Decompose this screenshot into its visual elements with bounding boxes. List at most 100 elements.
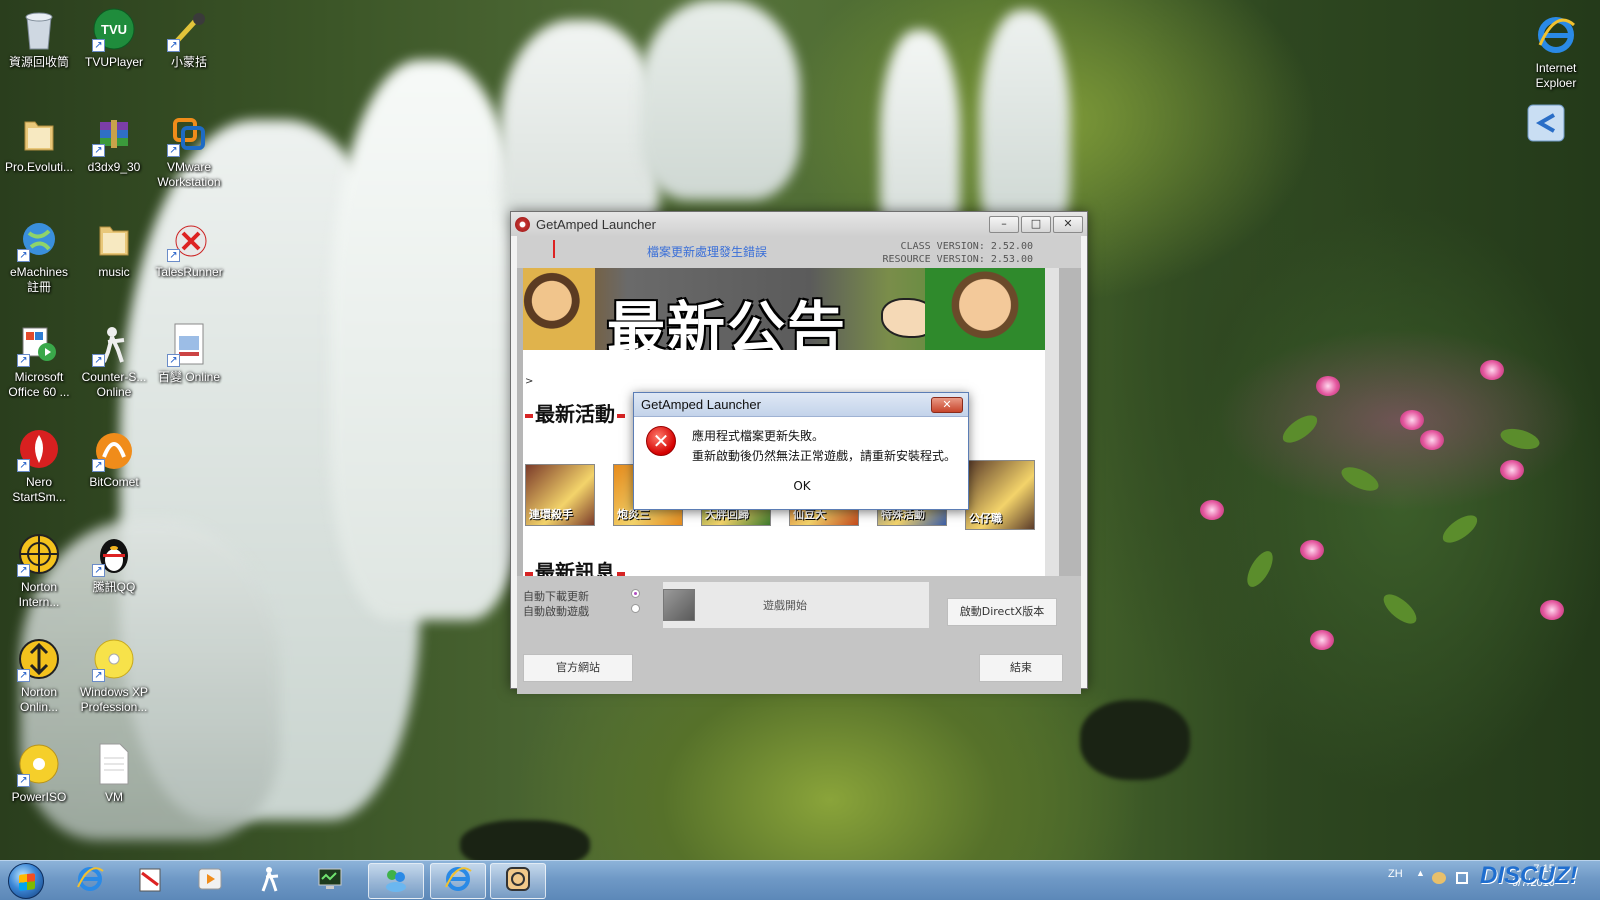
section-news-title: 最新訊息 bbox=[525, 556, 625, 576]
desktop-shortcut[interactable]: ↗ Microsoft Office 60 ... bbox=[1, 321, 77, 400]
error-dialog-close-button[interactable]: ✕ bbox=[931, 397, 963, 413]
bitcomet-icon: ↗ bbox=[91, 426, 137, 472]
desktop-shortcut[interactable]: ↗ Norton Onlin... bbox=[1, 636, 77, 715]
desktop-icon-label: d3dx9_30 bbox=[87, 160, 141, 174]
shortcut-arrow-icon: ↗ bbox=[167, 354, 180, 367]
maximize-button[interactable]: □ bbox=[1021, 216, 1051, 233]
desktop-shortcut[interactable]: ↗ PowerISO bbox=[1, 741, 77, 805]
desktop-icon-label: VM bbox=[105, 790, 123, 804]
auto-download-radio[interactable] bbox=[631, 589, 640, 598]
back-arrow-icon bbox=[1523, 100, 1569, 146]
desktop-icon-label: TVUPlayer bbox=[84, 55, 143, 69]
desktop-icon-label: Nero StartSm... bbox=[12, 475, 66, 504]
getamped-icon bbox=[515, 216, 530, 232]
shortcut-arrow-icon: ↗ bbox=[17, 564, 30, 577]
shortcut-arrow-icon: ↗ bbox=[92, 564, 105, 577]
shortcut-arrow-icon: ↗ bbox=[17, 249, 30, 262]
news-arrow: > bbox=[525, 376, 534, 387]
desktop-shortcut[interactable]: ↗ Nero StartSm... bbox=[1, 426, 77, 505]
event-thumbnail[interactable]: 連環殺手 bbox=[525, 464, 595, 526]
tales-icon: ↗ bbox=[166, 216, 212, 262]
start-game-icon bbox=[663, 589, 695, 621]
taskbar-internet-explorer-button[interactable] bbox=[430, 863, 486, 899]
exit-button[interactable]: 結束 bbox=[979, 654, 1063, 682]
folder-icon bbox=[16, 111, 62, 157]
start-game-button[interactable]: 遊戲開始 bbox=[663, 582, 929, 628]
desktop-shortcut[interactable]: VM bbox=[76, 741, 152, 805]
media-player-icon bbox=[196, 865, 224, 897]
desktop-shortcut[interactable]: ↗ BitComet bbox=[76, 426, 152, 490]
disc-icon: ↗ bbox=[91, 636, 137, 682]
desktop-icon-label: PowerISO bbox=[11, 790, 67, 804]
desktop-icon-label: Internet Exploer bbox=[1535, 61, 1577, 90]
internet-explorer-icon bbox=[76, 865, 104, 897]
auto-start-radio[interactable] bbox=[631, 604, 640, 613]
close-button[interactable]: ✕ bbox=[1053, 216, 1083, 233]
desktop-shortcut[interactable]: music bbox=[76, 216, 152, 280]
news-scrollbar[interactable] bbox=[1045, 268, 1059, 576]
calendar-file-icon: ↗ bbox=[166, 321, 212, 367]
taskbar bbox=[0, 860, 1600, 900]
desktop-shortcut[interactable]: ↗ Counter-S... Online bbox=[76, 321, 152, 400]
shortcut-arrow-icon: ↗ bbox=[167, 39, 180, 52]
taskbar-internet-explorer-button[interactable] bbox=[62, 863, 118, 899]
taskbar-monitor-button[interactable] bbox=[302, 863, 358, 899]
back-arrow-shortcut[interactable] bbox=[1508, 100, 1584, 146]
desktop-shortcut[interactable]: ↗ VMware Workstation bbox=[151, 111, 227, 190]
action-center-icon[interactable] bbox=[1456, 872, 1468, 884]
desktop-shortcut[interactable]: ↗ Windows XP Profession... bbox=[76, 636, 152, 715]
internet-explorer-desktop-shortcut[interactable]: Internet Exploer bbox=[1518, 12, 1594, 91]
norton-online-icon: ↗ bbox=[16, 636, 62, 682]
document-icon bbox=[136, 865, 164, 897]
desktop-icon-label: Windows XP Profession... bbox=[79, 685, 149, 714]
shortcut-arrow-icon: ↗ bbox=[92, 669, 105, 682]
progress-marker bbox=[553, 240, 555, 258]
network-icon[interactable] bbox=[1432, 872, 1446, 884]
taskbar-counter-strike-button[interactable] bbox=[242, 863, 298, 899]
resource-version: RESOURCE VERSION: 2.53.00 bbox=[882, 254, 1033, 265]
desktop-icon-label: music bbox=[98, 265, 130, 279]
norton-globe-icon: ↗ bbox=[16, 531, 62, 577]
directx-launch-button[interactable]: 啟動DirectX版本 bbox=[947, 598, 1057, 626]
taskbar-media-player-button[interactable] bbox=[182, 863, 238, 899]
globe-icon: ↗ bbox=[16, 216, 62, 262]
language-indicator[interactable]: ZH bbox=[1388, 868, 1403, 880]
launcher-status-header: 檔案更新處理發生錯誤 CLASS VERSION: 2.52.00 RESOUR… bbox=[517, 236, 1081, 268]
shortcut-arrow-icon: ↗ bbox=[167, 249, 180, 262]
monitor-icon bbox=[316, 865, 344, 897]
taskbar-messenger-button[interactable] bbox=[368, 863, 424, 899]
desktop-shortcut[interactable]: ↗ 小蒙括 bbox=[151, 6, 227, 70]
shortcut-arrow-icon: ↗ bbox=[92, 354, 105, 367]
minimize-button[interactable]: – bbox=[989, 216, 1019, 233]
desktop-icon-label: 騰訊QQ bbox=[92, 580, 136, 594]
taskbar-document-button[interactable] bbox=[122, 863, 178, 899]
desktop-shortcut[interactable]: 資源回收筒 bbox=[1, 6, 77, 70]
qq-penguin-icon: ↗ bbox=[91, 531, 137, 577]
counter-strike-icon: ↗ bbox=[91, 321, 137, 367]
vmware-icon: ↗ bbox=[166, 111, 212, 157]
desktop-shortcut[interactable]: ↗ TalesRunner bbox=[151, 216, 227, 280]
auto-download-label: 自動下載更新 bbox=[523, 590, 589, 603]
desktop-shortcut[interactable]: ↗ 騰訊QQ bbox=[76, 531, 152, 595]
official-site-button[interactable]: 官方網站 bbox=[523, 654, 633, 682]
error-icon: ✕ bbox=[646, 426, 676, 456]
desktop-icon-label: Counter-S... Online bbox=[81, 370, 147, 399]
error-dialog-title[interactable]: GetAmped Launcher bbox=[634, 393, 968, 417]
auto-start-label: 自動啟動遊戲 bbox=[523, 605, 589, 618]
desktop-shortcut[interactable]: ↗ 百變 Online bbox=[151, 321, 227, 385]
taskbar-getamped-button[interactable] bbox=[490, 863, 546, 899]
text-file-icon bbox=[91, 741, 137, 787]
desktop-icon-label: BitComet bbox=[89, 475, 139, 489]
desktop-shortcut[interactable]: ↗ eMachines 註冊 bbox=[1, 216, 77, 295]
show-hidden-icons-button[interactable]: ▲ bbox=[1416, 868, 1425, 878]
start-button[interactable] bbox=[8, 863, 44, 899]
desktop-shortcut[interactable]: ↗ d3dx9_30 bbox=[76, 111, 152, 175]
desktop-shortcut[interactable]: Pro.Evoluti... bbox=[1, 111, 77, 175]
desktop-shortcut[interactable]: TVU ↗ TVUPlayer bbox=[76, 6, 152, 70]
internet-explorer-icon bbox=[1533, 12, 1579, 58]
desktop-shortcut[interactable]: ↗ Norton Intern... bbox=[1, 531, 77, 610]
section-events-title: 最新活動 bbox=[525, 398, 625, 427]
folder-icon bbox=[91, 216, 137, 262]
event-thumbnail[interactable]: 公仔職 bbox=[965, 460, 1035, 530]
ok-button[interactable]: OK bbox=[768, 475, 836, 499]
